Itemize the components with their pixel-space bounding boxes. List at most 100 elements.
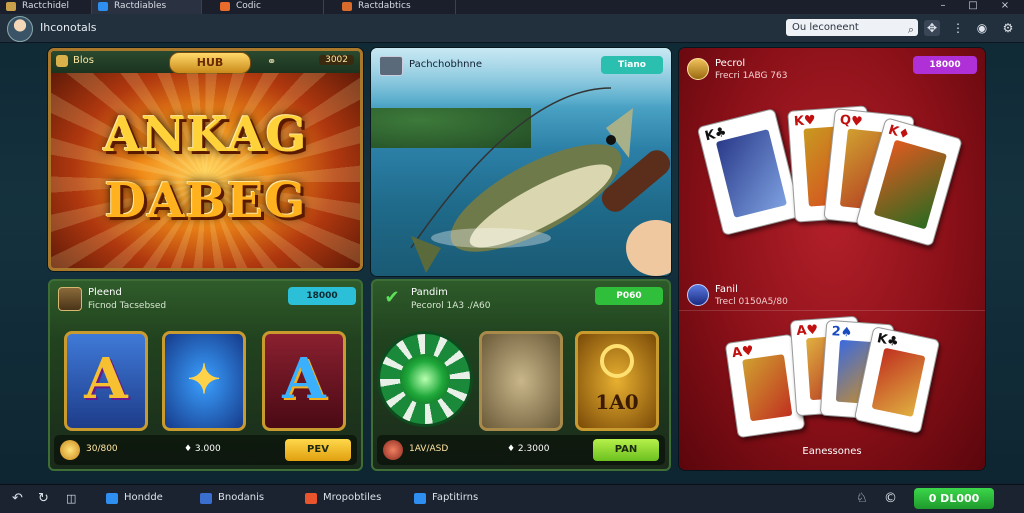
- hub-badge: HUB: [169, 52, 251, 74]
- slot-hero-name: Blos: [73, 55, 94, 66]
- slot-panel-a-footer-price: ♦ 3.000: [184, 444, 221, 454]
- close-button[interactable]: ×: [994, 0, 1016, 14]
- slot-panel-a-action-button[interactable]: PEV: [285, 439, 351, 461]
- slot-panel-b-subtitle: Pecorol 1A3 ./A60: [411, 301, 491, 311]
- more-icon[interactable]: ⋮: [950, 20, 966, 36]
- link-icon[interactable]: ⚭: [267, 55, 276, 68]
- search-icon[interactable]: ⌕: [908, 21, 914, 38]
- history-icon[interactable]: ◫: [66, 491, 76, 507]
- tab-3-label: Codic: [236, 1, 261, 11]
- gamepad-icon[interactable]: ✥: [924, 20, 940, 36]
- fishing-title: Pachchobhnne: [409, 59, 483, 70]
- card-game-bottom[interactable]: Fanil Trecl 0150A5/80 A♥ A♥ 2♠ K♣ Eaness…: [679, 278, 985, 470]
- slot-panel-b-footer: 1AV/ASD ♦ 2.3000 PAN: [377, 435, 665, 465]
- card-face: [873, 139, 948, 230]
- app-title: Ihconotals: [40, 21, 97, 34]
- app-icon: [414, 493, 426, 504]
- slot-panel-b-button[interactable]: P060: [595, 287, 663, 305]
- taskbar-item-1-label: Hondde: [124, 492, 163, 503]
- slot-hero-amount: 3002: [319, 55, 354, 65]
- slot-tile[interactable]: A: [262, 331, 346, 431]
- slot-panel-a-title: Pleend: [88, 287, 122, 298]
- sync-icon[interactable]: ©: [884, 491, 897, 507]
- tab-2[interactable]: Ractdiables: [92, 0, 202, 14]
- card-face: [871, 347, 926, 418]
- card-face: [715, 129, 788, 218]
- tab-favicon-icon: [6, 2, 16, 11]
- spade-icon: 2♠: [831, 324, 853, 341]
- slot-title-line-2: DABEG: [104, 173, 307, 229]
- slot-tile[interactable]: [479, 331, 563, 431]
- tab-favicon-icon: [220, 2, 230, 11]
- tab-2-label: Ractdiables: [114, 1, 167, 11]
- card-face: [742, 354, 793, 422]
- tab-4[interactable]: Ractdabtics: [336, 0, 456, 14]
- taskbar-item-2-label: Bnodanis: [218, 492, 265, 503]
- search-input[interactable]: Ou leconeent ⌕: [786, 19, 918, 36]
- wallet-button[interactable]: 0 DL000: [914, 488, 994, 509]
- network-icon[interactable]: ♘: [856, 491, 868, 507]
- slot-panel-b-footer-price: ♦ 2.3000: [507, 444, 550, 454]
- card-game-bottom-subtitle: Trecl 0150A5/80: [715, 297, 788, 307]
- taskbar-item-1[interactable]: Hondde: [106, 492, 163, 504]
- back-icon[interactable]: ↶: [12, 491, 23, 507]
- slot-panel-b-action-button[interactable]: PAN: [593, 439, 659, 461]
- maximize-button[interactable]: □: [962, 0, 984, 14]
- card-games-panel[interactable]: Pecrol Frecri 1ABG 763 18000 K♣ K♥ Q♥ K♦…: [679, 48, 985, 470]
- card-games-caption: Eanessones: [802, 446, 862, 457]
- check-icon: ✔: [384, 287, 400, 308]
- playing-card: K♣: [696, 107, 802, 237]
- slot-tile[interactable]: ✦: [162, 331, 246, 431]
- slot-tile-glyph: 1A0: [595, 390, 639, 414]
- slot-tile-glyph: ✦: [187, 356, 221, 403]
- minimize-button[interactable]: –: [932, 0, 954, 14]
- fishing-game-card[interactable]: Pachchobhnne Tiano: [371, 48, 671, 276]
- slot-tile[interactable]: 1A0: [575, 331, 659, 431]
- slot-hero-card[interactable]: Blos HUB ⚭ 3002 ANKAG DABEG: [48, 48, 363, 271]
- app-icon: [305, 493, 317, 504]
- slot-panel-b[interactable]: ✔ Pandim Pecorol 1A3 ./A60 P060 1A0 1AV/…: [371, 279, 671, 471]
- tab-1-label: Ractchidel: [22, 1, 69, 11]
- slot-panel-a-subtitle: Ficnod Tacsebsed: [88, 301, 167, 311]
- fish-illustration: [410, 87, 671, 276]
- sunburst-decoration: [51, 73, 360, 268]
- coin-icon: [687, 58, 709, 80]
- slot-panel-a-footer-value: 30/800: [86, 444, 118, 454]
- slot-tile[interactable]: A: [64, 331, 148, 431]
- slot-panel-a-icon: [58, 287, 82, 311]
- slot-panel-a-button[interactable]: 18000: [288, 287, 356, 305]
- badge-icon: [687, 284, 709, 306]
- slot-hero-header: Blos HUB ⚭ 3002: [51, 51, 360, 74]
- record-icon[interactable]: ◉: [974, 20, 990, 36]
- slot-tile-glyph: A: [84, 346, 128, 412]
- avatar[interactable]: [7, 16, 33, 42]
- taskbar-item-3-label: Mropobtiles: [323, 492, 382, 503]
- taskbar-item-3[interactable]: Mropobtiles: [305, 492, 382, 504]
- poker-chip-icon[interactable]: [377, 331, 473, 427]
- app-icon: [200, 493, 212, 504]
- slot-panel-b-footer-value: 1AV/ASD: [409, 444, 449, 454]
- taskbar-item-4[interactable]: Faptitirns: [414, 492, 479, 504]
- heart-icon: K♥: [793, 112, 817, 130]
- gift-icon: [383, 440, 403, 460]
- heart-icon: A♥: [795, 322, 819, 340]
- tab-1[interactable]: Ractchidel: [0, 0, 92, 14]
- heart-icon: Q♥: [839, 112, 864, 131]
- slot-panel-a[interactable]: Pleend Ficnod Tacsebsed 18000 A ✦ A 30/8…: [48, 279, 363, 471]
- coin-icon: [60, 440, 80, 460]
- coin-icon: [600, 344, 634, 378]
- card-game-top-title: Pecrol: [715, 58, 746, 69]
- refresh-icon[interactable]: ↻: [38, 491, 49, 507]
- taskbar-item-2[interactable]: Bnodanis: [200, 492, 265, 504]
- taskbar-item-4-label: Faptitirns: [432, 492, 479, 503]
- slot-tile-glyph: A: [282, 346, 326, 412]
- tab-favicon-icon: [342, 2, 352, 11]
- tab-favicon-icon: [98, 2, 108, 11]
- card-game-top-button[interactable]: 18000: [913, 56, 977, 74]
- tab-4-label: Ractdabtics: [358, 1, 411, 11]
- slot-game-icon: [56, 55, 68, 67]
- fishing-play-button[interactable]: Tiano: [601, 56, 663, 74]
- card-game-top[interactable]: Pecrol Frecri 1ABG 763 18000 K♣ K♥ Q♥ K♦: [679, 48, 985, 298]
- tab-3[interactable]: Codic: [214, 0, 324, 14]
- settings-icon[interactable]: ⚙: [1000, 20, 1016, 36]
